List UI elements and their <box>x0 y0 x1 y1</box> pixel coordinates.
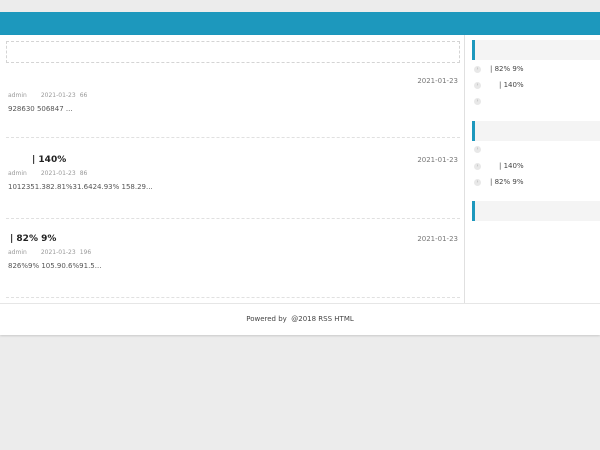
post-date: 2021-01-23 <box>417 77 458 85</box>
chevron-right-icon: › <box>474 146 481 153</box>
chevron-right-icon: › <box>474 65 481 73</box>
post-author: admin <box>8 92 27 99</box>
chevron-right-icon: › <box>474 81 481 89</box>
chevron-right-icon: › <box>474 162 481 170</box>
post-meta: admin 2021-01-23 86 <box>8 170 101 177</box>
post-date: 2021-01-23 <box>417 156 458 164</box>
widget-link[interactable]: › <box>474 98 487 105</box>
footer-copyright-link[interactable]: @2018 RSS HTML <box>291 315 354 323</box>
post-meta-date: 2021-01-23 <box>40 170 76 177</box>
post-excerpt: 826%9% 105.90.6%91.5... <box>8 262 102 270</box>
top-nav-bar <box>0 12 600 35</box>
post-meta-date: 2021-01-23 <box>40 92 76 99</box>
breadcrumb <box>6 41 460 63</box>
widget-header <box>472 121 600 141</box>
widget-link[interactable]: › <box>474 146 487 153</box>
page-container: 2021-01-23 admin 2021-01-23 66 928630 5068… <box>0 35 600 335</box>
post-meta-date: 2021-01-23 <box>40 249 76 256</box>
main-content: 2021-01-23 admin 2021-01-23 66 928630 5068… <box>0 35 465 303</box>
footer-powered-label: Powered by <box>246 315 287 323</box>
footer: Powered by @2018 RSS HTML <box>0 303 600 335</box>
sidebar: › | 82% 9% › | 140% › › › | 140% › | 82% 9% <box>466 35 600 303</box>
post-views: 196 <box>79 249 92 256</box>
post-views: 86 <box>79 170 88 177</box>
post-author: admin <box>8 170 27 177</box>
widget-link-label: | 82% 9% <box>490 65 524 73</box>
post-meta: admin 2021-01-23 66 <box>8 92 101 99</box>
post-meta: admin 2021-01-23 196 <box>8 249 105 256</box>
widget-header <box>472 40 600 60</box>
widget-link[interactable]: › | 140% <box>474 81 524 89</box>
post-excerpt: 928630 506847 ... <box>8 105 73 113</box>
widget-link-label: | 82% 9% <box>490 178 524 186</box>
widget-link[interactable]: › | 82% 9% <box>474 178 523 186</box>
widget-header <box>472 201 600 221</box>
post-item: 2021-01-23 admin 2021-01-23 66 928630 5068… <box>6 73 460 138</box>
post-title-link[interactable]: | 82% 9% <box>10 234 56 244</box>
widget-link-label: | 140% <box>499 162 524 170</box>
post-item: | 82% 9% 2021-01-23 admin 2021-01-23 196 8… <box>6 232 460 298</box>
chevron-right-icon: › <box>474 178 481 186</box>
chevron-right-icon: › <box>474 98 481 105</box>
post-views: 66 <box>79 92 88 99</box>
post-date: 2021-01-23 <box>417 235 458 243</box>
post-author: admin <box>8 249 27 256</box>
post-item: | 140% 2021-01-23 admin 2021-01-23 86 1012… <box>6 153 460 219</box>
widget-link[interactable]: › | 140% <box>474 162 524 170</box>
post-title-link[interactable]: | 140% <box>32 155 66 165</box>
post-excerpt: 1012351.382.81%31.6424.93% 158.29... <box>8 183 153 191</box>
widget-link[interactable]: › | 82% 9% <box>474 65 523 73</box>
widget-link-label: | 140% <box>499 81 524 89</box>
